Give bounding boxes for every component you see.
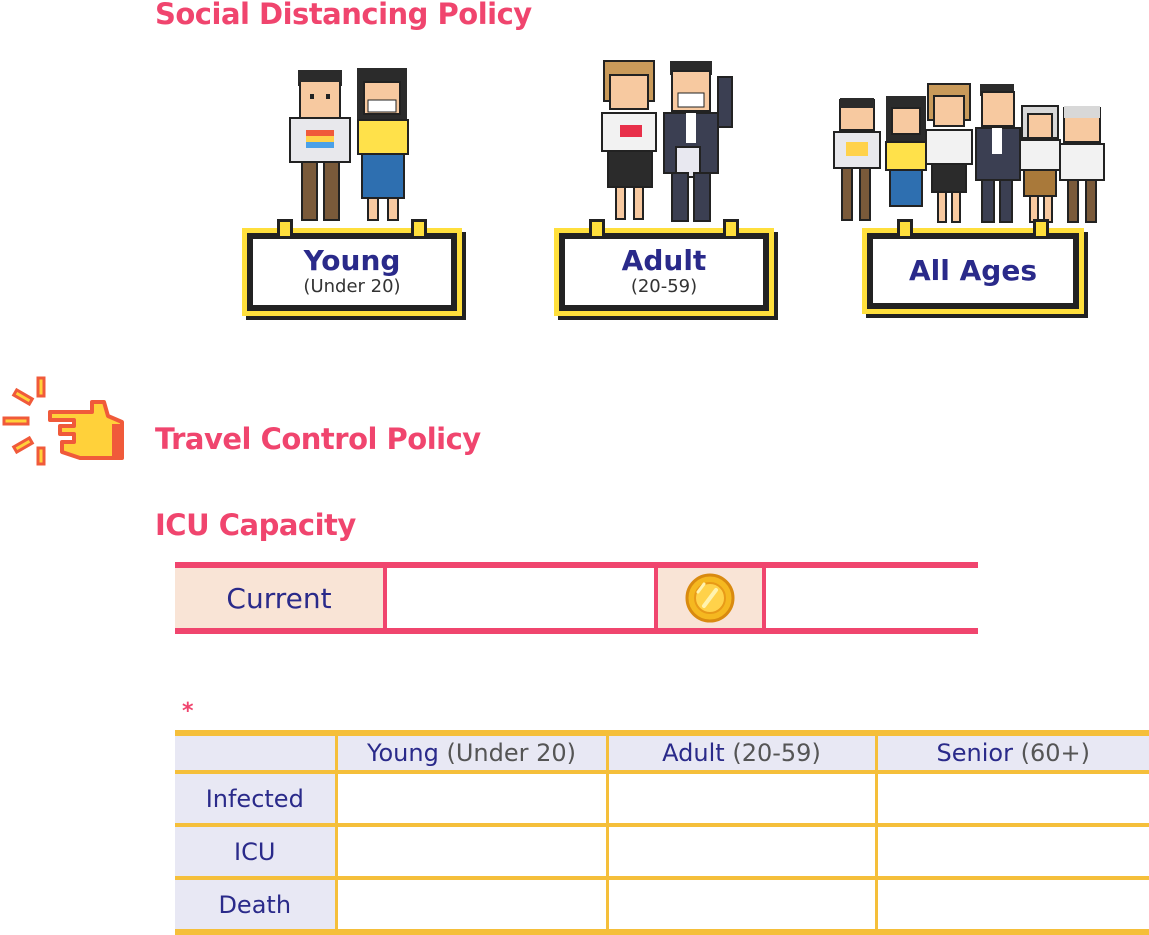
table-row: Death bbox=[175, 878, 1149, 932]
young-sign-subtitle: (Under 20) bbox=[303, 276, 401, 298]
capacity-current-value bbox=[387, 568, 658, 628]
table-row: ICU bbox=[175, 825, 1149, 880]
all-ages-people-icon bbox=[833, 83, 1105, 223]
column-header-adult: Adult (20-59) bbox=[607, 733, 878, 774]
table-cell bbox=[336, 772, 609, 827]
young-group[interactable]: Young (Under 20) bbox=[240, 60, 465, 322]
all-ages-group[interactable]: All Ages bbox=[832, 80, 1107, 320]
travel-control-heading: Travel Control Policy bbox=[155, 422, 481, 456]
table-row: Infected bbox=[175, 772, 1149, 827]
all-ages-sign: All Ages bbox=[862, 219, 1084, 314]
row-label-infected: Infected bbox=[175, 772, 338, 827]
table-cell bbox=[607, 772, 878, 827]
column-header-range: (60+) bbox=[1020, 739, 1090, 767]
note-marker: * bbox=[182, 699, 194, 724]
adult-people-icon bbox=[601, 60, 733, 222]
header-corner-cell bbox=[175, 733, 338, 774]
table-cell bbox=[336, 878, 609, 932]
capacity-extra-cell bbox=[766, 568, 978, 628]
table-cell bbox=[876, 878, 1149, 932]
young-people-icon bbox=[289, 68, 409, 221]
young-sign-title: Young bbox=[303, 244, 401, 278]
column-header-range: (20-59) bbox=[732, 739, 821, 767]
pointing-hand-icon bbox=[2, 376, 124, 466]
row-label-death: Death bbox=[175, 878, 338, 932]
table-header-row: Young (Under 20) Adult (20-59) Senior (6… bbox=[175, 733, 1149, 774]
all-ages-sign-title: All Ages bbox=[909, 254, 1037, 287]
table-cell bbox=[876, 772, 1149, 827]
capacity-coin-cell bbox=[658, 568, 766, 628]
coin-icon bbox=[685, 573, 735, 623]
age-group-stats-table: Young (Under 20) Adult (20-59) Senior (6… bbox=[175, 730, 1149, 935]
column-header-senior: Senior (60+) bbox=[876, 733, 1149, 774]
table-cell bbox=[607, 825, 878, 880]
adult-group[interactable]: Adult (20-59) bbox=[552, 55, 777, 322]
young-sign: Young (Under 20) bbox=[242, 219, 462, 316]
adult-sign-title: Adult bbox=[621, 244, 707, 278]
column-header-young: Young (Under 20) bbox=[336, 733, 609, 774]
column-header-name: Young bbox=[367, 739, 439, 767]
adult-sign-subtitle: (20-59) bbox=[630, 276, 698, 298]
column-header-name: Senior bbox=[936, 739, 1013, 767]
column-header-range: (Under 20) bbox=[446, 739, 576, 767]
column-header-name: Adult bbox=[662, 739, 725, 767]
icu-capacity-heading: ICU Capacity bbox=[155, 508, 356, 542]
adult-sign: Adult (20-59) bbox=[554, 219, 774, 316]
row-label-icu: ICU bbox=[175, 825, 338, 880]
capacity-current-label: Current bbox=[175, 568, 387, 628]
table-cell bbox=[607, 878, 878, 932]
social-distancing-heading: Social Distancing Policy bbox=[155, 0, 532, 31]
table-cell bbox=[336, 825, 609, 880]
icu-capacity-bar: Current bbox=[175, 562, 978, 634]
table-cell bbox=[876, 825, 1149, 880]
